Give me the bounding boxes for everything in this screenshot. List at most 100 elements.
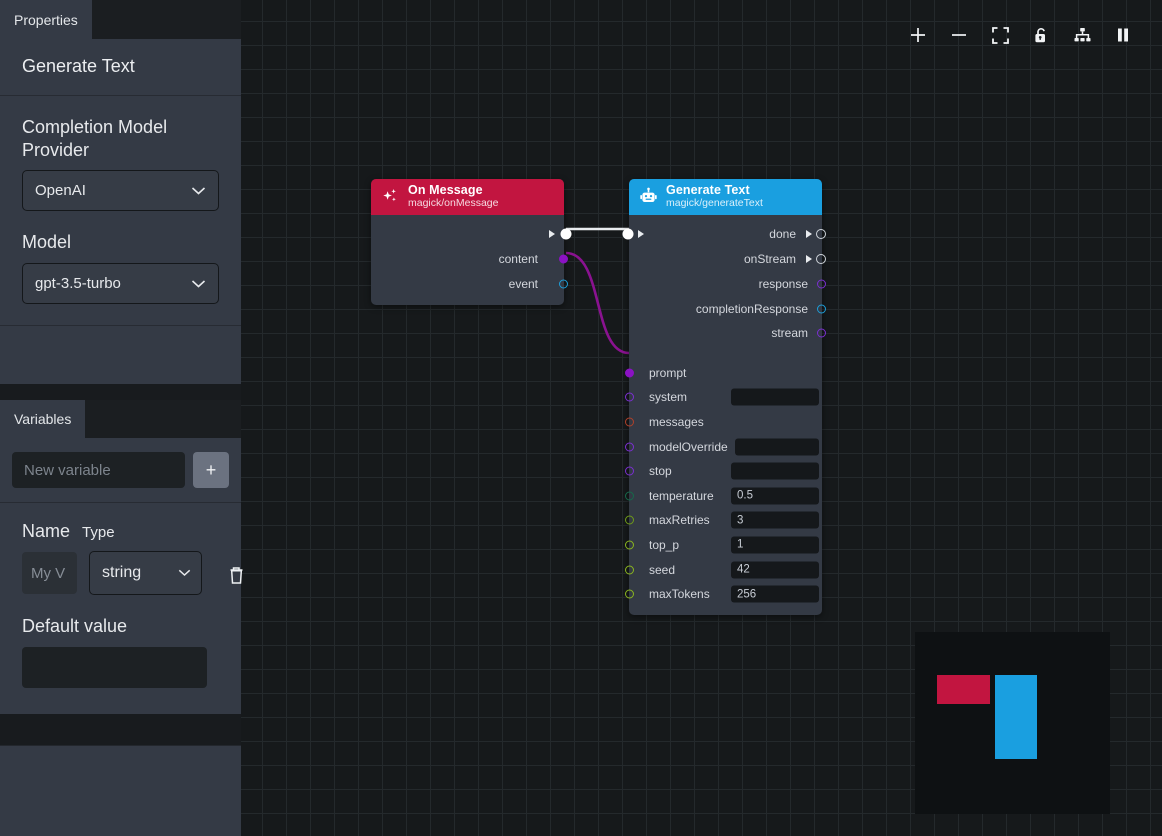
input-top-p[interactable]: 1 <box>731 536 819 553</box>
node-title: On Message <box>408 184 498 197</box>
port-row-response[interactable]: response <box>629 272 822 297</box>
node-subtitle: magick/onMessage <box>408 198 498 209</box>
input-modeloverride[interactable] <box>735 438 819 455</box>
input-stop[interactable] <box>731 463 819 480</box>
delete-variable-icon[interactable] <box>228 565 245 590</box>
port-event[interactable] <box>559 280 568 289</box>
lock-icon[interactable] <box>1028 22 1054 48</box>
port-label: temperature <box>649 489 714 503</box>
tab-variables[interactable]: Variables <box>0 400 85 438</box>
port-row-messages[interactable]: messages <box>629 410 822 435</box>
panel-gap <box>0 384 241 400</box>
sidebar-bottom-panel <box>0 745 241 836</box>
port-row-stream[interactable]: stream <box>629 321 822 346</box>
label-model: Model <box>22 231 219 254</box>
label-completion-model-provider: Completion Model Provider <box>22 116 219 161</box>
input-temperature[interactable]: 0.5 <box>731 487 819 504</box>
port-row-maxtokens[interactable]: maxTokens 256 <box>629 582 822 607</box>
select-model[interactable]: gpt-3.5-turbo <box>22 263 219 304</box>
node-on-message[interactable]: On Message magick/onMessage content even… <box>371 179 564 305</box>
input-system[interactable] <box>731 389 819 406</box>
chevron-down-icon <box>178 564 191 582</box>
port-row-modeloverride[interactable]: modelOverride <box>629 434 822 459</box>
port-stream[interactable] <box>817 329 826 338</box>
pause-icon[interactable] <box>1110 22 1136 48</box>
node-body: content event <box>371 215 564 305</box>
port-seed[interactable] <box>625 565 634 574</box>
port-row-onstream[interactable]: onStream <box>629 247 822 272</box>
node-header[interactable]: On Message magick/onMessage <box>371 179 564 215</box>
port-row-top-p[interactable]: top_p 1 <box>629 533 822 558</box>
port-label: top_p <box>649 538 679 552</box>
port-row-content[interactable]: content <box>371 247 564 272</box>
input-maxtokens[interactable]: 256 <box>731 586 819 603</box>
input-seed[interactable]: 42 <box>731 561 819 578</box>
properties-body: Completion Model Provider OpenAI Model g… <box>0 96 241 304</box>
port-row-temperature[interactable]: temperature 0.5 <box>629 483 822 508</box>
port-label: onStream <box>744 252 796 266</box>
properties-header: Generate Text <box>0 39 241 96</box>
select-completion-model-provider[interactable]: OpenAI <box>22 170 219 211</box>
port-messages[interactable] <box>625 418 634 427</box>
port-row-completionresponse[interactable]: completionResponse <box>629 296 822 321</box>
exec-in-port[interactable] <box>623 229 634 240</box>
port-system[interactable] <box>625 393 634 402</box>
select-value: string <box>102 564 141 582</box>
node-header[interactable]: Generate Text magick/generateText <box>629 179 822 215</box>
port-top-p[interactable] <box>625 540 634 549</box>
variable-name-input[interactable]: My V <box>22 552 77 594</box>
select-value: gpt-3.5-turbo <box>35 275 121 292</box>
input-maxretries[interactable]: 3 <box>731 512 819 529</box>
zoom-in-icon[interactable] <box>905 22 931 48</box>
port-row-exec-out[interactable] <box>371 221 564 247</box>
new-variable-input[interactable]: New variable <box>12 452 185 488</box>
properties-footer-spacer <box>0 325 241 384</box>
port-label: response <box>759 277 808 291</box>
port-label: modelOverride <box>649 440 728 454</box>
port-row-maxretries[interactable]: maxRetries 3 <box>629 508 822 533</box>
node-generate-text[interactable]: Generate Text magick/generateText done o… <box>629 179 822 615</box>
port-row-done[interactable]: done <box>629 221 822 247</box>
node-title: Generate Text <box>666 184 763 197</box>
port-maxretries[interactable] <box>625 516 634 525</box>
variable-row: My V string <box>0 551 241 595</box>
port-row-system[interactable]: system <box>629 385 822 410</box>
port-onstream[interactable] <box>816 254 826 264</box>
new-variable-row: New variable + <box>0 438 241 503</box>
variable-type-select[interactable]: string <box>89 551 202 595</box>
port-row-event[interactable]: event <box>371 272 564 297</box>
add-variable-button[interactable]: + <box>193 452 229 488</box>
properties-panel: Generate Text Completion Model Provider … <box>0 39 241 384</box>
node-subtitle: magick/generateText <box>666 198 763 209</box>
port-label: messages <box>649 415 704 429</box>
port-label: maxRetries <box>649 513 710 527</box>
port-content[interactable] <box>559 255 568 264</box>
port-row-seed[interactable]: seed 42 <box>629 557 822 582</box>
port-temperature[interactable] <box>625 491 634 500</box>
exec-port[interactable] <box>561 229 572 240</box>
tab-properties[interactable]: Properties <box>0 0 92 39</box>
port-prompt[interactable] <box>625 368 634 377</box>
port-label: stop <box>649 464 672 478</box>
port-completionresponse[interactable] <box>817 304 826 313</box>
chevron-down-icon <box>191 275 206 292</box>
port-row-prompt[interactable]: prompt <box>629 361 822 386</box>
fit-to-screen-icon[interactable] <box>987 22 1013 48</box>
column-header-type: Type <box>82 524 115 541</box>
sidebar: Properties Generate Text Completion Mode… <box>0 0 241 836</box>
port-label: event <box>509 277 538 291</box>
port-maxtokens[interactable] <box>625 590 634 599</box>
canvas-toolbar <box>905 22 1136 48</box>
minimap[interactable] <box>915 632 1110 814</box>
port-modeloverride[interactable] <box>625 442 634 451</box>
default-value-input[interactable] <box>22 647 207 688</box>
label-default-value: Default value <box>0 595 241 647</box>
port-row-stop[interactable]: stop <box>629 459 822 484</box>
port-response[interactable] <box>817 280 826 289</box>
port-label: seed <box>649 563 675 577</box>
hierarchy-icon[interactable] <box>1069 22 1095 48</box>
port-stop[interactable] <box>625 467 634 476</box>
port-done[interactable] <box>816 229 826 239</box>
select-value: OpenAI <box>35 182 86 199</box>
zoom-out-icon[interactable] <box>946 22 972 48</box>
